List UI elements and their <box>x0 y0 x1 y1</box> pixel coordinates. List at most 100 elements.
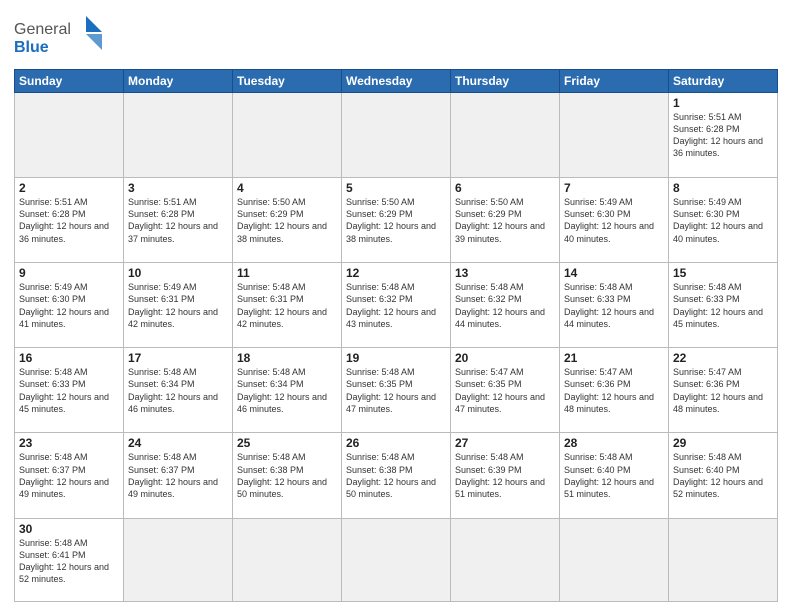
calendar-cell: 15Sunrise: 5:48 AM Sunset: 6:33 PM Dayli… <box>669 263 778 348</box>
day-info: Sunrise: 5:47 AM Sunset: 6:36 PM Dayligh… <box>673 366 773 415</box>
calendar-cell: 1Sunrise: 5:51 AM Sunset: 6:28 PM Daylig… <box>669 93 778 178</box>
calendar-week-3: 9Sunrise: 5:49 AM Sunset: 6:30 PM Daylig… <box>15 263 778 348</box>
header: General Blue <box>14 10 778 63</box>
calendar-cell: 21Sunrise: 5:47 AM Sunset: 6:36 PM Dayli… <box>560 348 669 433</box>
day-info: Sunrise: 5:50 AM Sunset: 6:29 PM Dayligh… <box>346 196 446 245</box>
calendar-cell: 20Sunrise: 5:47 AM Sunset: 6:35 PM Dayli… <box>451 348 560 433</box>
calendar-cell <box>451 518 560 601</box>
day-number: 10 <box>128 266 228 280</box>
day-info: Sunrise: 5:51 AM Sunset: 6:28 PM Dayligh… <box>673 111 773 160</box>
day-number: 13 <box>455 266 555 280</box>
calendar-cell: 4Sunrise: 5:50 AM Sunset: 6:29 PM Daylig… <box>233 178 342 263</box>
day-number: 26 <box>346 436 446 450</box>
day-info: Sunrise: 5:48 AM Sunset: 6:33 PM Dayligh… <box>19 366 119 415</box>
day-info: Sunrise: 5:47 AM Sunset: 6:36 PM Dayligh… <box>564 366 664 415</box>
day-number: 9 <box>19 266 119 280</box>
day-info: Sunrise: 5:48 AM Sunset: 6:35 PM Dayligh… <box>346 366 446 415</box>
calendar-cell <box>124 93 233 178</box>
logo-text: General Blue <box>14 14 104 63</box>
calendar-cell: 8Sunrise: 5:49 AM Sunset: 6:30 PM Daylig… <box>669 178 778 263</box>
weekday-header-tuesday: Tuesday <box>233 70 342 93</box>
calendar-cell: 14Sunrise: 5:48 AM Sunset: 6:33 PM Dayli… <box>560 263 669 348</box>
calendar-cell: 28Sunrise: 5:48 AM Sunset: 6:40 PM Dayli… <box>560 433 669 518</box>
day-info: Sunrise: 5:49 AM Sunset: 6:30 PM Dayligh… <box>673 196 773 245</box>
day-info: Sunrise: 5:48 AM Sunset: 6:32 PM Dayligh… <box>346 281 446 330</box>
day-number: 4 <box>237 181 337 195</box>
day-info: Sunrise: 5:47 AM Sunset: 6:35 PM Dayligh… <box>455 366 555 415</box>
logo: General Blue <box>14 14 104 63</box>
day-info: Sunrise: 5:50 AM Sunset: 6:29 PM Dayligh… <box>455 196 555 245</box>
calendar-cell: 23Sunrise: 5:48 AM Sunset: 6:37 PM Dayli… <box>15 433 124 518</box>
calendar-cell: 25Sunrise: 5:48 AM Sunset: 6:38 PM Dayli… <box>233 433 342 518</box>
calendar-cell <box>669 518 778 601</box>
calendar-cell <box>233 93 342 178</box>
calendar-week-4: 16Sunrise: 5:48 AM Sunset: 6:33 PM Dayli… <box>15 348 778 433</box>
day-number: 30 <box>19 522 119 536</box>
day-info: Sunrise: 5:48 AM Sunset: 6:37 PM Dayligh… <box>128 451 228 500</box>
day-info: Sunrise: 5:48 AM Sunset: 6:38 PM Dayligh… <box>237 451 337 500</box>
calendar-week-5: 23Sunrise: 5:48 AM Sunset: 6:37 PM Dayli… <box>15 433 778 518</box>
day-info: Sunrise: 5:48 AM Sunset: 6:39 PM Dayligh… <box>455 451 555 500</box>
weekday-header-friday: Friday <box>560 70 669 93</box>
day-number: 24 <box>128 436 228 450</box>
calendar-cell: 17Sunrise: 5:48 AM Sunset: 6:34 PM Dayli… <box>124 348 233 433</box>
day-number: 28 <box>564 436 664 450</box>
calendar-cell: 27Sunrise: 5:48 AM Sunset: 6:39 PM Dayli… <box>451 433 560 518</box>
day-info: Sunrise: 5:48 AM Sunset: 6:41 PM Dayligh… <box>19 537 119 586</box>
calendar-cell: 2Sunrise: 5:51 AM Sunset: 6:28 PM Daylig… <box>15 178 124 263</box>
day-info: Sunrise: 5:48 AM Sunset: 6:34 PM Dayligh… <box>128 366 228 415</box>
day-number: 7 <box>564 181 664 195</box>
calendar-cell: 26Sunrise: 5:48 AM Sunset: 6:38 PM Dayli… <box>342 433 451 518</box>
calendar-cell: 12Sunrise: 5:48 AM Sunset: 6:32 PM Dayli… <box>342 263 451 348</box>
day-info: Sunrise: 5:51 AM Sunset: 6:28 PM Dayligh… <box>128 196 228 245</box>
day-info: Sunrise: 5:51 AM Sunset: 6:28 PM Dayligh… <box>19 196 119 245</box>
calendar-cell: 7Sunrise: 5:49 AM Sunset: 6:30 PM Daylig… <box>560 178 669 263</box>
day-info: Sunrise: 5:48 AM Sunset: 6:33 PM Dayligh… <box>564 281 664 330</box>
weekday-header-sunday: Sunday <box>15 70 124 93</box>
calendar-cell: 16Sunrise: 5:48 AM Sunset: 6:33 PM Dayli… <box>15 348 124 433</box>
calendar-cell: 13Sunrise: 5:48 AM Sunset: 6:32 PM Dayli… <box>451 263 560 348</box>
day-info: Sunrise: 5:48 AM Sunset: 6:32 PM Dayligh… <box>455 281 555 330</box>
calendar-cell: 11Sunrise: 5:48 AM Sunset: 6:31 PM Dayli… <box>233 263 342 348</box>
day-number: 11 <box>237 266 337 280</box>
calendar-cell <box>342 93 451 178</box>
day-info: Sunrise: 5:48 AM Sunset: 6:37 PM Dayligh… <box>19 451 119 500</box>
day-number: 21 <box>564 351 664 365</box>
day-number: 19 <box>346 351 446 365</box>
day-number: 25 <box>237 436 337 450</box>
day-number: 17 <box>128 351 228 365</box>
day-number: 18 <box>237 351 337 365</box>
day-number: 2 <box>19 181 119 195</box>
calendar-cell <box>560 93 669 178</box>
calendar-week-1: 1Sunrise: 5:51 AM Sunset: 6:28 PM Daylig… <box>15 93 778 178</box>
calendar-cell <box>560 518 669 601</box>
svg-text:Blue: Blue <box>14 39 49 56</box>
day-info: Sunrise: 5:49 AM Sunset: 6:30 PM Dayligh… <box>19 281 119 330</box>
day-info: Sunrise: 5:48 AM Sunset: 6:33 PM Dayligh… <box>673 281 773 330</box>
calendar-week-2: 2Sunrise: 5:51 AM Sunset: 6:28 PM Daylig… <box>15 178 778 263</box>
calendar-cell: 18Sunrise: 5:48 AM Sunset: 6:34 PM Dayli… <box>233 348 342 433</box>
day-number: 29 <box>673 436 773 450</box>
day-number: 1 <box>673 96 773 110</box>
day-number: 20 <box>455 351 555 365</box>
day-number: 22 <box>673 351 773 365</box>
calendar-cell: 9Sunrise: 5:49 AM Sunset: 6:30 PM Daylig… <box>15 263 124 348</box>
day-number: 12 <box>346 266 446 280</box>
weekday-header-thursday: Thursday <box>451 70 560 93</box>
day-info: Sunrise: 5:48 AM Sunset: 6:38 PM Dayligh… <box>346 451 446 500</box>
calendar-cell <box>233 518 342 601</box>
calendar-week-6: 30Sunrise: 5:48 AM Sunset: 6:41 PM Dayli… <box>15 518 778 601</box>
weekday-header-row: SundayMondayTuesdayWednesdayThursdayFrid… <box>15 70 778 93</box>
calendar-cell: 30Sunrise: 5:48 AM Sunset: 6:41 PM Dayli… <box>15 518 124 601</box>
day-number: 3 <box>128 181 228 195</box>
weekday-header-monday: Monday <box>124 70 233 93</box>
weekday-header-saturday: Saturday <box>669 70 778 93</box>
day-info: Sunrise: 5:48 AM Sunset: 6:31 PM Dayligh… <box>237 281 337 330</box>
calendar-cell: 24Sunrise: 5:48 AM Sunset: 6:37 PM Dayli… <box>124 433 233 518</box>
day-number: 15 <box>673 266 773 280</box>
page: General Blue SundayMondayTuesdayWednesda… <box>0 0 792 612</box>
calendar-cell: 6Sunrise: 5:50 AM Sunset: 6:29 PM Daylig… <box>451 178 560 263</box>
calendar-cell: 5Sunrise: 5:50 AM Sunset: 6:29 PM Daylig… <box>342 178 451 263</box>
day-number: 6 <box>455 181 555 195</box>
weekday-header-wednesday: Wednesday <box>342 70 451 93</box>
